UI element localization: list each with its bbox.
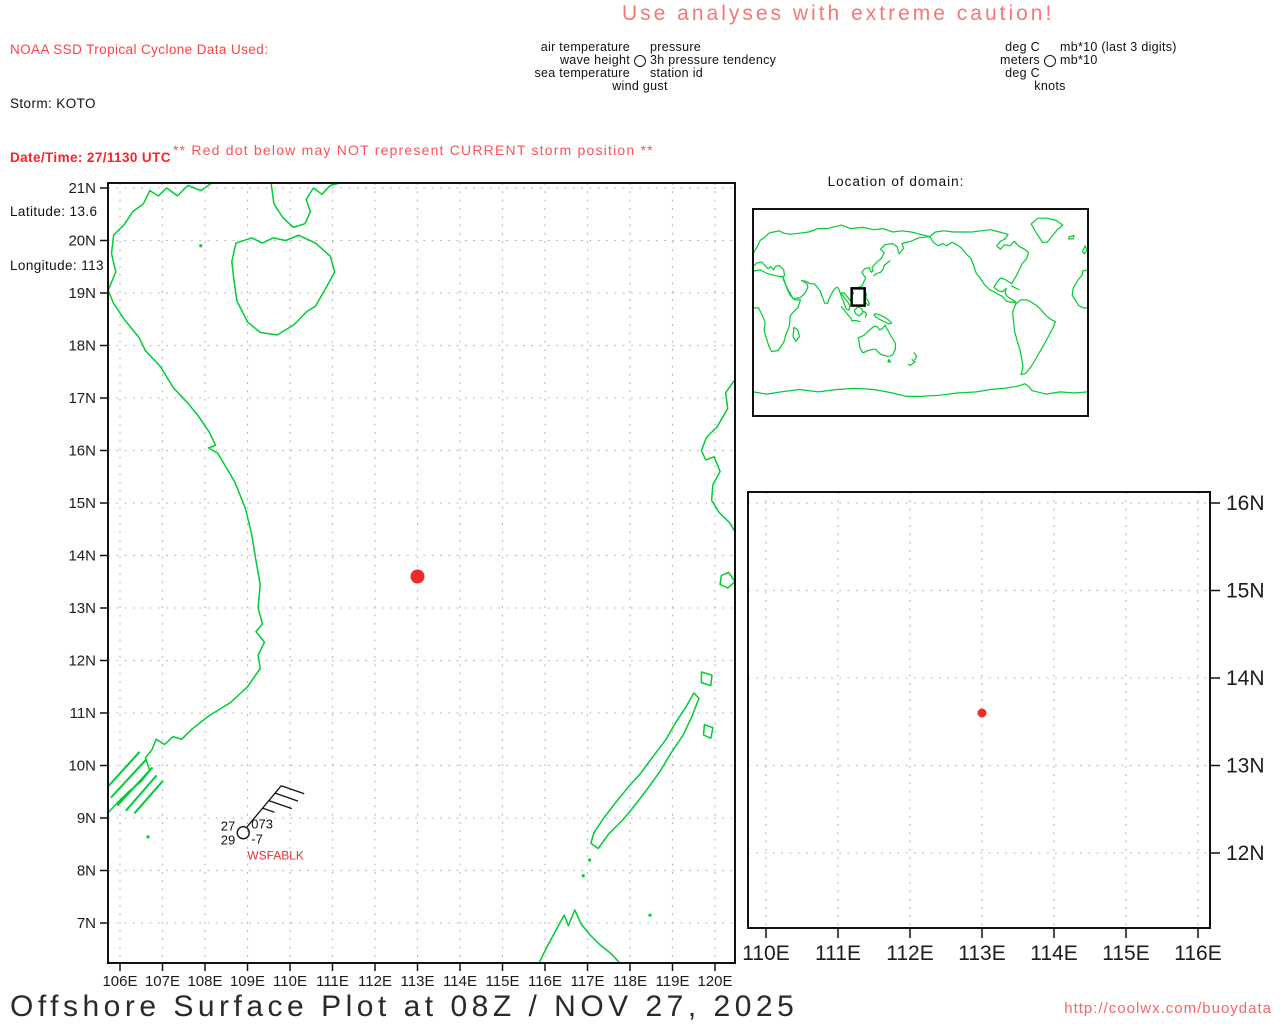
station-sea-temp: 29 <box>221 833 235 848</box>
world-coastline-path <box>792 326 801 342</box>
x-tick-label: 108E <box>187 973 222 990</box>
island-path <box>719 571 735 589</box>
y-tick-label: 10N <box>68 758 96 775</box>
y-tick-label: 19N <box>68 285 96 302</box>
zoom-map: 110E 111E 112E 113E 114E 115E 116E 12N 13N 14N 15N… <box>742 491 1265 965</box>
world-coastline-path <box>1071 269 1088 309</box>
coastline-path <box>700 378 735 533</box>
y-tick-label: 12N <box>1226 842 1265 865</box>
coastline-path <box>538 909 621 963</box>
world-coastline-path <box>1030 217 1064 243</box>
y-tick-label: 15N <box>1226 580 1265 603</box>
station-pressure: 073 <box>251 817 273 832</box>
world-coastlines <box>753 217 1088 397</box>
y-tick-label: 14N <box>1226 667 1265 690</box>
world-coastline-path <box>913 352 918 361</box>
world-coastline-path <box>1081 245 1088 255</box>
y-tick-label: 18N <box>68 338 96 355</box>
islet-dot <box>581 874 585 878</box>
x-tick-label: 116E <box>1174 942 1222 965</box>
y-tick-label: 16N <box>1226 492 1265 515</box>
x-tick-label: 117E <box>571 973 605 990</box>
inset-border <box>752 208 1089 417</box>
y-tick-label: 14N <box>68 548 96 565</box>
world-coastline-path <box>753 224 931 311</box>
x-tick-label: 113E <box>958 942 1006 965</box>
x-tick-label: 110E <box>742 942 790 965</box>
x-tick-label: 112E <box>886 942 934 965</box>
island-path <box>700 671 713 687</box>
x-tick-label: 107E <box>145 973 180 990</box>
y-tick-label: 20N <box>68 233 96 250</box>
y-tick-label: 12N <box>68 653 96 670</box>
world-coastline-path <box>1067 234 1075 240</box>
x-tick-label: 114E <box>443 973 477 990</box>
islet-dot <box>648 913 652 917</box>
x-tick-label: 111E <box>316 973 349 990</box>
x-tick-label: 116E <box>528 973 562 990</box>
station-plot: 2729 073-7 WSFABLK <box>221 785 305 863</box>
world-coastline-path <box>873 313 893 325</box>
world-coastline-path <box>851 320 861 323</box>
x-tick-label: 120E <box>697 973 732 990</box>
island-path <box>590 692 700 850</box>
y-tick-label: 16N <box>68 443 96 460</box>
x-tick-label: 115E <box>486 973 520 990</box>
x-tick-label: 111E <box>815 942 861 965</box>
x-tick-label: 114E <box>1030 942 1078 965</box>
mekong-river-stripe <box>108 751 141 788</box>
world-coastline-path <box>929 229 1030 304</box>
coastline-path <box>108 183 266 814</box>
world-coastline-path <box>1011 285 1020 291</box>
storm-position-dot <box>410 569 425 584</box>
world-inset-map <box>752 208 1089 417</box>
main-map: 106E 107E 108E 109E 110E 111E 112E 113E 114E 115E… <box>68 180 736 990</box>
world-coastline-path <box>863 310 868 318</box>
world-coastline-path <box>857 324 896 357</box>
world-coastline-path <box>1012 299 1056 376</box>
y-tick-label: 21N <box>68 180 96 197</box>
world-coastline-path <box>907 359 916 366</box>
x-tick-label: 109E <box>230 973 265 990</box>
y-tick-label: 15N <box>68 495 96 512</box>
domain-rectangle <box>850 287 866 307</box>
world-coastline-path <box>753 383 1088 397</box>
x-tick-label: 118E <box>613 973 647 990</box>
y-tick-label: 11N <box>70 705 96 722</box>
islet-dot <box>146 835 150 839</box>
station-circle-icon <box>236 826 250 840</box>
world-coastline-path <box>853 306 864 317</box>
y-tick-label: 13N <box>1226 755 1265 778</box>
y-tick-label: 7N <box>77 915 96 932</box>
y-tick-label: 9N <box>77 810 96 827</box>
y-tick-label: 17N <box>68 390 96 407</box>
islet-dot <box>588 858 592 862</box>
station-id: WSFABLK <box>247 849 304 863</box>
station-tendency: -7 <box>251 832 263 847</box>
x-tick-label: 115E <box>1102 942 1150 965</box>
y-tick-label: 8N <box>77 863 96 880</box>
x-tick-label: 119E <box>656 973 690 990</box>
storm-position-dot <box>977 708 987 718</box>
station-air-temp: 27 <box>221 819 235 834</box>
x-tick-label: 110E <box>273 973 307 990</box>
world-coastline-path <box>753 269 802 353</box>
maps-canvas: 106E 107E 108E 109E 110E 111E 112E 113E 114E 115E… <box>68 180 1265 990</box>
island-path <box>702 723 714 739</box>
world-coastline-path <box>887 359 892 363</box>
x-tick-label: 112E <box>358 973 392 990</box>
coastline-path <box>270 183 344 229</box>
x-tick-label: 113E <box>401 973 435 990</box>
y-tick-label: 13N <box>68 600 96 617</box>
x-tick-label: 106E <box>102 973 137 990</box>
islet-dot <box>199 244 203 248</box>
